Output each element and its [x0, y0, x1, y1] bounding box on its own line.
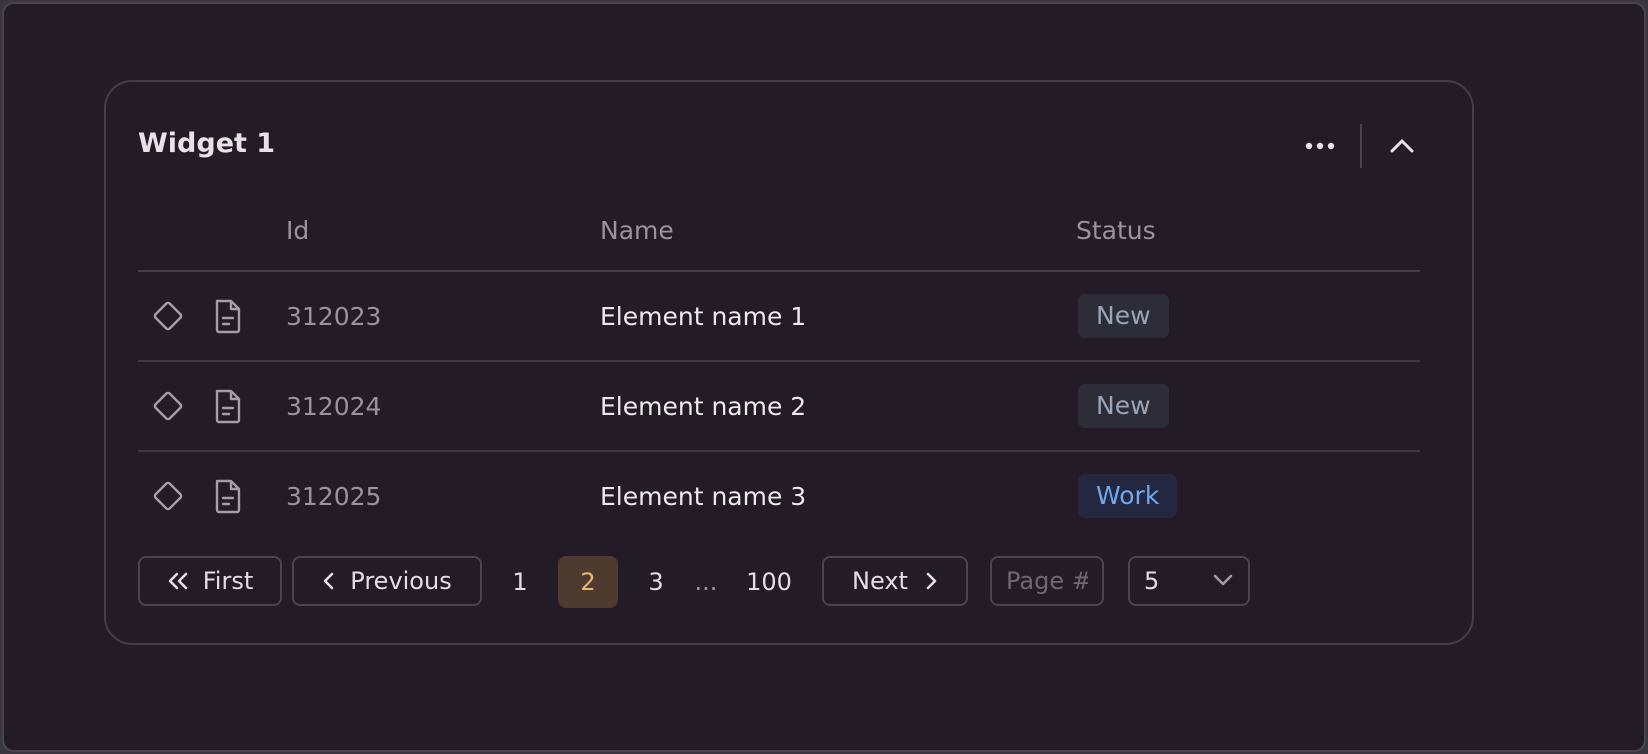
chevron-up-icon [1390, 139, 1414, 153]
row-type-cell [150, 272, 186, 360]
row-doc-cell [212, 272, 244, 360]
row-id: 312025 [286, 481, 382, 511]
diamond-icon [153, 481, 183, 511]
more-options-button[interactable] [1298, 124, 1342, 168]
document-icon [215, 479, 241, 514]
status-badge: Work [1078, 474, 1178, 518]
table-header: Id Name Status [138, 202, 1420, 272]
column-header-status[interactable]: Status [1076, 216, 1156, 245]
row-name: Element name 1 [600, 301, 807, 331]
row-doc-cell [212, 452, 244, 540]
status-badge: New [1078, 384, 1169, 428]
row-type-cell [150, 362, 186, 450]
collapse-button[interactable] [1380, 124, 1424, 168]
row-name: Element name 3 [600, 481, 807, 511]
page-100-button[interactable]: 100 [736, 556, 802, 608]
page-size-select[interactable]: 5 [1128, 556, 1250, 606]
previous-page-button[interactable]: Previous [292, 556, 482, 606]
pagination-ellipsis: ... [694, 568, 718, 596]
widget-card: Widget 1 Id Name Status 312023 Element n… [104, 80, 1474, 645]
diamond-icon [153, 301, 183, 331]
row-doc-cell [212, 362, 244, 450]
column-header-id[interactable]: Id [286, 216, 309, 245]
table-row[interactable]: 312025 Element name 3 Work [138, 452, 1420, 540]
header-divider [1360, 124, 1362, 168]
page-1-button[interactable]: 1 [496, 556, 544, 608]
column-header-name[interactable]: Name [600, 216, 674, 245]
next-page-label: Next [852, 567, 908, 595]
page-2-button[interactable]: 2 [558, 556, 618, 608]
row-status-cell: New [1078, 362, 1169, 450]
widget-title: Widget 1 [138, 128, 276, 159]
document-icon [215, 389, 241, 424]
next-page-button[interactable]: Next [822, 556, 968, 606]
table-row[interactable]: 312024 Element name 2 New [138, 362, 1420, 452]
app-window: Widget 1 Id Name Status 312023 Element n… [2, 2, 1646, 752]
widget-header-actions [1298, 122, 1424, 170]
first-page-label: First [202, 567, 254, 595]
page-3-button[interactable]: 3 [632, 556, 680, 608]
pagination: First Previous 1 2 3 ... 100 Next Page #… [138, 556, 1438, 610]
document-icon [215, 299, 241, 334]
more-horizontal-icon [1305, 142, 1335, 150]
table-row[interactable]: 312023 Element name 1 New [138, 272, 1420, 362]
row-id: 312023 [286, 301, 382, 331]
chevrons-left-icon [168, 572, 188, 590]
status-badge: New [1078, 294, 1169, 338]
row-status-cell: Work [1078, 452, 1178, 540]
row-name: Element name 2 [600, 391, 807, 421]
row-id: 312024 [286, 391, 382, 421]
chevron-left-icon [323, 572, 334, 590]
chevron-down-icon [1213, 574, 1233, 586]
row-type-cell [150, 452, 186, 540]
page-size-value: 5 [1144, 567, 1160, 595]
page-number-input[interactable] [990, 556, 1104, 606]
row-status-cell: New [1078, 272, 1169, 360]
data-table: Id Name Status 312023 Element name 1 New… [138, 202, 1420, 540]
chevron-right-icon [926, 572, 937, 590]
previous-page-label: Previous [350, 567, 452, 595]
first-page-button[interactable]: First [138, 556, 282, 606]
diamond-icon [153, 391, 183, 421]
